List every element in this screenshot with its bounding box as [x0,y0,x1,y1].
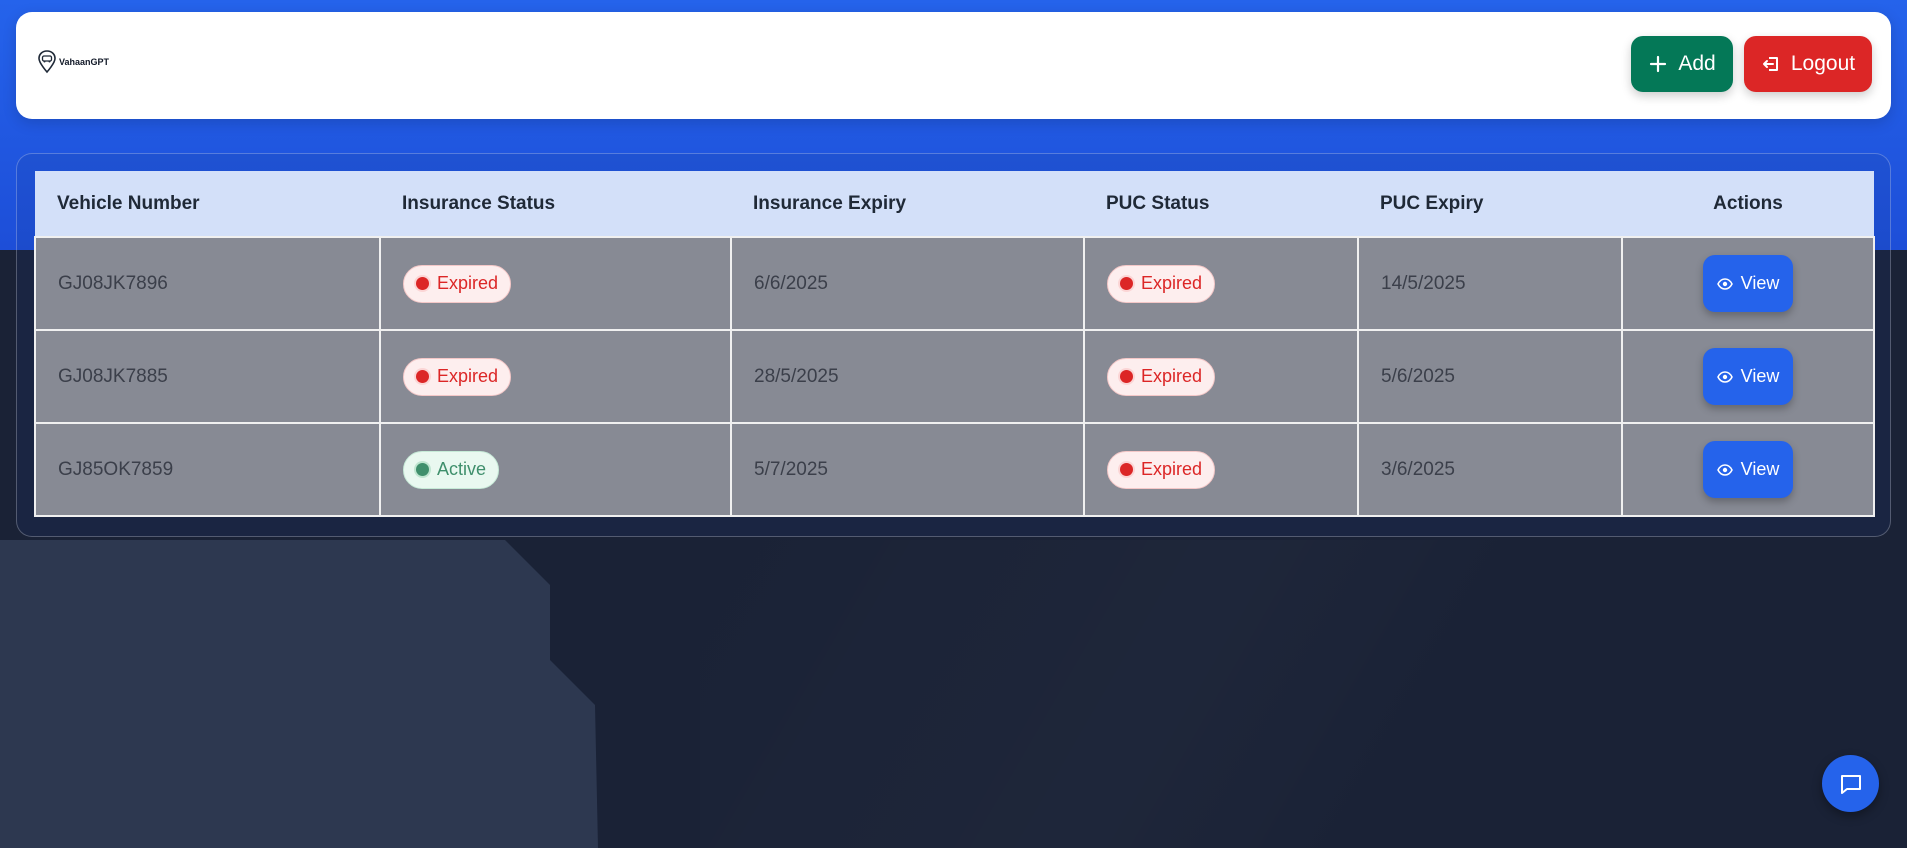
col-insurance-status: Insurance Status [380,171,731,238]
eye-icon [1716,463,1733,476]
status-badge: Expired [1107,357,1216,396]
view-button[interactable]: View [1703,441,1793,498]
status-badge: Expired [1107,450,1216,489]
vehicle-number: GJ08JK7885 [34,329,381,424]
brand-name: VahaanGPT [59,57,110,67]
status-dot-icon [1120,370,1133,383]
col-puc-expiry: PUC Expiry [1358,171,1622,238]
chat-bubble-icon [1840,774,1861,794]
col-puc-status: PUC Status [1084,171,1358,238]
puc-expiry: 14/5/2025 [1357,236,1623,331]
logout-button[interactable]: Logout [1744,36,1872,92]
eye-icon [1716,277,1733,290]
status-badge: Expired [403,357,512,396]
status-dot-icon [1120,463,1133,476]
actions-cell: View [1621,236,1875,331]
table-row: GJ08JK7885 Expired 28/5/2025 Expired 5/6… [34,329,1875,424]
status-dot-icon [416,370,429,383]
puc-expiry: 3/6/2025 [1357,422,1623,517]
view-button-label: View [1740,459,1780,479]
chat-button[interactable] [1822,755,1879,812]
brand-logo[interactable]: VahaanGPT [38,50,109,74]
vehicle-table: Vehicle Number Insurance Status Insuranc… [34,171,1875,517]
insurance-expiry: 28/5/2025 [730,329,1085,424]
status-badge-label: Expired [437,366,499,386]
vehicle-number: GJ08JK7896 [34,236,381,331]
status-badge-label: Expired [1141,366,1203,386]
view-button-label: View [1740,366,1780,386]
table-row: GJ85OK7859 Active 5/7/2025 Expired 3/6/2… [34,422,1875,517]
puc-status-cell: Expired [1083,329,1359,424]
top-header: VahaanGPT Add Logout [16,12,1891,119]
insurance-status-cell: Expired [379,329,732,424]
background-shape [0,540,598,848]
col-actions: Actions [1622,171,1874,238]
view-button-label: View [1740,273,1780,293]
add-button-label: Add [1678,52,1716,75]
insurance-expiry: 5/7/2025 [730,422,1085,517]
view-button[interactable]: View [1703,255,1793,312]
insurance-status-cell: Active [379,422,732,517]
actions-cell: View [1621,422,1875,517]
table-row: GJ08JK7896 Expired 6/6/2025 Expired 14/5… [34,236,1875,331]
col-vehicle-number: Vehicle Number [35,171,380,238]
vehicle-number: GJ85OK7859 [34,422,381,517]
status-badge-label: Active [437,459,487,479]
add-button[interactable]: Add [1631,36,1733,92]
actions-cell: View [1621,329,1875,424]
status-badge: Expired [1107,264,1216,303]
status-badge: Expired [403,264,512,303]
status-dot-icon [416,463,429,476]
status-dot-icon [1120,277,1133,290]
background-diagonal [700,540,1907,848]
logout-button-label: Logout [1790,52,1856,75]
eye-icon [1716,370,1733,383]
puc-status-cell: Expired [1083,236,1359,331]
table-header-row: Vehicle Number Insurance Status Insuranc… [35,171,1874,238]
status-badge-label: Expired [437,273,499,293]
status-badge-label: Expired [1141,459,1203,479]
view-button[interactable]: View [1703,348,1793,405]
insurance-expiry: 6/6/2025 [730,236,1085,331]
plus-icon [1650,55,1667,73]
status-badge: Active [403,450,500,489]
vehicle-table-card: Vehicle Number Insurance Status Insuranc… [16,153,1891,537]
puc-expiry: 5/6/2025 [1357,329,1623,424]
status-dot-icon [416,277,429,290]
col-insurance-expiry: Insurance Expiry [731,171,1084,238]
logout-icon [1762,57,1778,71]
puc-status-cell: Expired [1083,422,1359,517]
car-pin-logo-icon [38,50,56,74]
insurance-status-cell: Expired [379,236,732,331]
status-badge-label: Expired [1141,273,1203,293]
